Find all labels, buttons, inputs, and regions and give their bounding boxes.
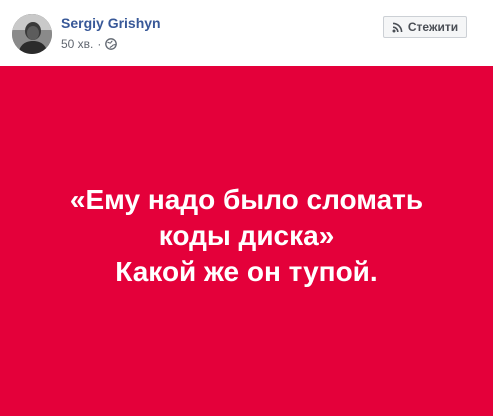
post-text-card[interactable]: «Ему надо было сломать коды диска» Какой…: [0, 66, 493, 416]
rss-icon: [392, 22, 403, 33]
meta-separator: ·: [97, 37, 102, 51]
right-edge: [493, 66, 499, 416]
card-text: «Ему надо было сломать коды диска» Какой…: [70, 182, 423, 290]
follow-button-label: Стежити: [407, 20, 459, 34]
post-header: Sergiy Grishyn 50 хв. · Стежити: [0, 0, 499, 66]
globe-icon[interactable]: [105, 38, 118, 50]
card-text-line: Какой же он тупой.: [115, 256, 378, 287]
card-text-line: «Ему надо было сломать: [69, 184, 424, 215]
facebook-post: Sergiy Grishyn 50 хв. · Стежити «Ему над…: [0, 0, 499, 416]
author-name-link[interactable]: Sergiy Grishyn: [61, 15, 161, 31]
avatar-photo: [12, 14, 52, 54]
post-meta: 50 хв. ·: [61, 37, 118, 51]
post-timestamp[interactable]: 50 хв.: [61, 37, 93, 51]
avatar[interactable]: [12, 14, 52, 54]
follow-button[interactable]: Стежити: [383, 16, 467, 38]
card-text-line: коды диска»: [158, 220, 335, 251]
